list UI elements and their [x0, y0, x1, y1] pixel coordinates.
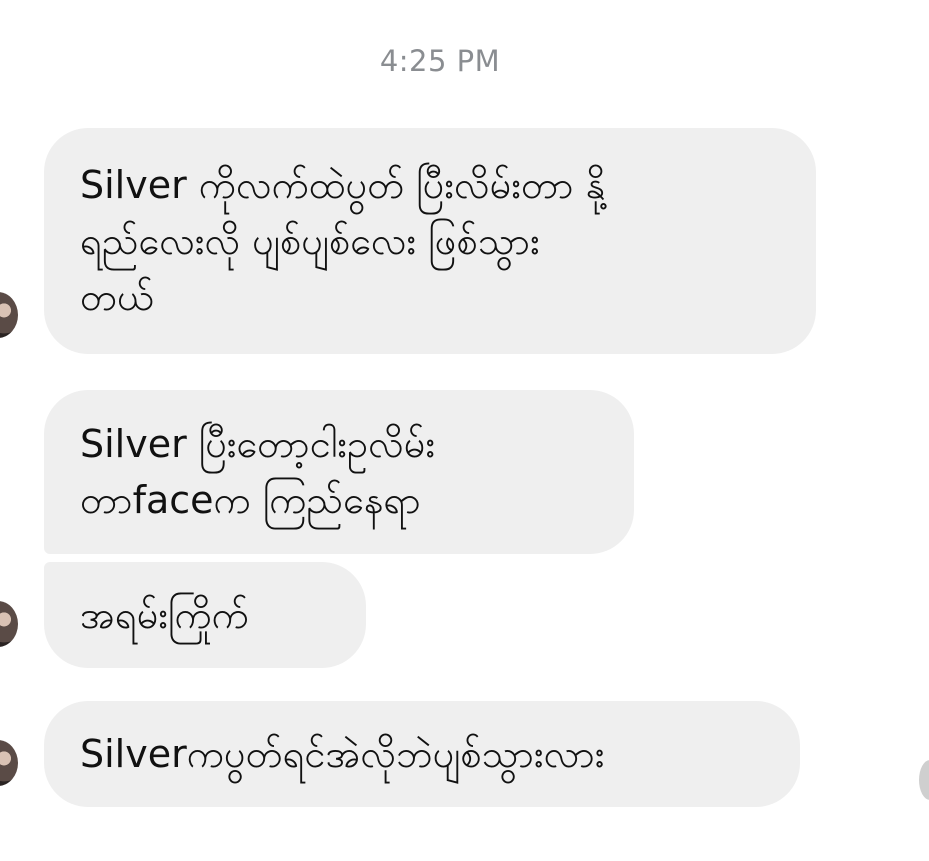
sender-avatar[interactable]	[0, 601, 18, 647]
message-bubble[interactable]: Silverကပွတ်ရင်အဲလိုဘဲပျစ်သွားလား	[44, 701, 800, 807]
message-bubble[interactable]: Silver ကိုလက်ထဲပွတ် ပြီးလိမ်းတာ နို့ ရည်…	[44, 128, 816, 354]
message-bubble[interactable]: Silver ပြီးတော့ငါးဥလိမ်း တာfaceက ကြည်နေရ…	[44, 390, 634, 554]
seen-avatar	[919, 760, 929, 800]
sender-avatar[interactable]	[0, 740, 18, 786]
chat-thread: 4:25 PM Silver ကိုလက်ထဲပွတ် ပြီးလိမ်းတာ …	[0, 0, 929, 861]
sender-avatar[interactable]	[0, 292, 18, 338]
message-timestamp: 4:25 PM	[379, 44, 501, 78]
message-bubble[interactable]: အရမ်းကြိုက်	[44, 562, 366, 668]
